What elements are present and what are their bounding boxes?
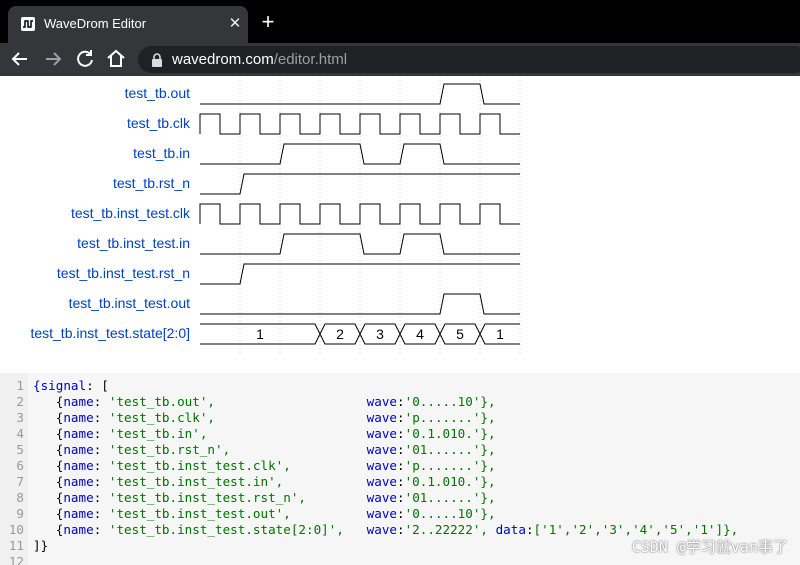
code-text[interactable]: ]}	[33, 538, 48, 554]
code-text[interactable]: {name: 'test_tb.out', wave:'0.....10'},	[33, 394, 496, 410]
code-text[interactable]: {name: 'test_tb.clk', wave:'p.......'},	[33, 410, 496, 426]
bus-value-label: 3	[376, 326, 384, 342]
reload-icon[interactable]	[73, 47, 97, 71]
line-number: 5	[16, 442, 24, 457]
line-number: 6	[16, 458, 24, 473]
line-number: 9	[16, 506, 24, 521]
signal-label: test_tb.inst_test.clk	[70, 205, 190, 221]
signal-label: test_tb.inst_test.state[2:0]	[30, 325, 190, 341]
bus-value-label: 1	[496, 326, 504, 342]
browser-tab[interactable]: WaveDrom Editor ✕	[8, 6, 248, 43]
waveform-diagram: 1 2 3 4 5 1 test_tb.out test_tb.clk test_tb.int…	[0, 76, 800, 371]
code-text[interactable]: {name: 'test_tb.inst_test.clk', wave:'p.…	[33, 458, 496, 474]
watermark: CSDN @学习就van事了	[631, 538, 788, 556]
url-host: wavedrom.com	[172, 51, 274, 68]
home-icon[interactable]	[104, 47, 128, 71]
address-bar[interactable]: wavedrom.com/editor.html	[138, 46, 800, 73]
line-number: 1	[16, 378, 24, 393]
signal-label: test_tb.out	[124, 85, 190, 101]
tab-title: WaveDrom Editor	[44, 16, 147, 31]
clock-wave	[199, 113, 520, 135]
line-number: 7	[16, 474, 24, 489]
browser-tab-strip: WaveDrom Editor ✕ +	[0, 0, 800, 43]
browser-toolbar: wavedrom.com/editor.html	[0, 43, 800, 76]
signal-label: test_tb.inst_test.rst_n	[56, 265, 190, 281]
url-text: wavedrom.com/editor.html	[172, 51, 347, 68]
code-text[interactable]: {name: 'test_tb.inst_test.rst_n', wave:'…	[33, 490, 496, 506]
clock-wave	[199, 203, 520, 225]
bus-value-label: 2	[336, 326, 344, 342]
line-number: 4	[16, 426, 24, 441]
line-number: 2	[16, 394, 24, 409]
forward-arrow-icon[interactable]	[41, 47, 65, 71]
line-number: 12	[8, 554, 24, 565]
lock-icon[interactable]	[150, 52, 164, 68]
code-text[interactable]: {signal: [	[33, 378, 109, 394]
line-number: 11	[8, 538, 24, 553]
new-tab-button[interactable]: +	[258, 11, 278, 33]
signal-label: test_tb.inst_test.out	[68, 295, 190, 311]
line-number: 8	[16, 490, 24, 505]
back-arrow-icon[interactable]	[8, 47, 32, 71]
code-text[interactable]: {name: 'test_tb.inst_test.out', wave:'0.…	[33, 506, 496, 522]
close-tab-icon[interactable]: ✕	[226, 15, 244, 33]
signal-label: test_tb.rst_n	[112, 175, 190, 191]
bus-value-label: 4	[416, 326, 424, 342]
code-text[interactable]: {name: 'test_tb.rst_n', wave:'01......'}…	[33, 442, 496, 458]
code-editor[interactable]: 1 {signal: [ 2 {name: 'test_tb.out', wave:…	[0, 373, 800, 565]
signal-label: test_tb.inst_test.in	[77, 235, 190, 251]
bus-value-label: 5	[456, 326, 464, 342]
url-path: /editor.html	[273, 51, 348, 68]
signal-label: test_tb.in	[133, 145, 190, 161]
line-number: 10	[8, 522, 24, 537]
code-text[interactable]: {name: 'test_tb.inst_test.in', wave:'0.1…	[33, 474, 496, 490]
bus-value-label: 1	[256, 326, 264, 342]
line-number: 3	[16, 410, 24, 425]
code-text[interactable]: {name: 'test_tb.in', wave:'0.1.010.'},	[33, 426, 496, 442]
signal-label: test_tb.clk	[126, 115, 190, 131]
wavedrom-favicon-icon	[21, 17, 35, 31]
